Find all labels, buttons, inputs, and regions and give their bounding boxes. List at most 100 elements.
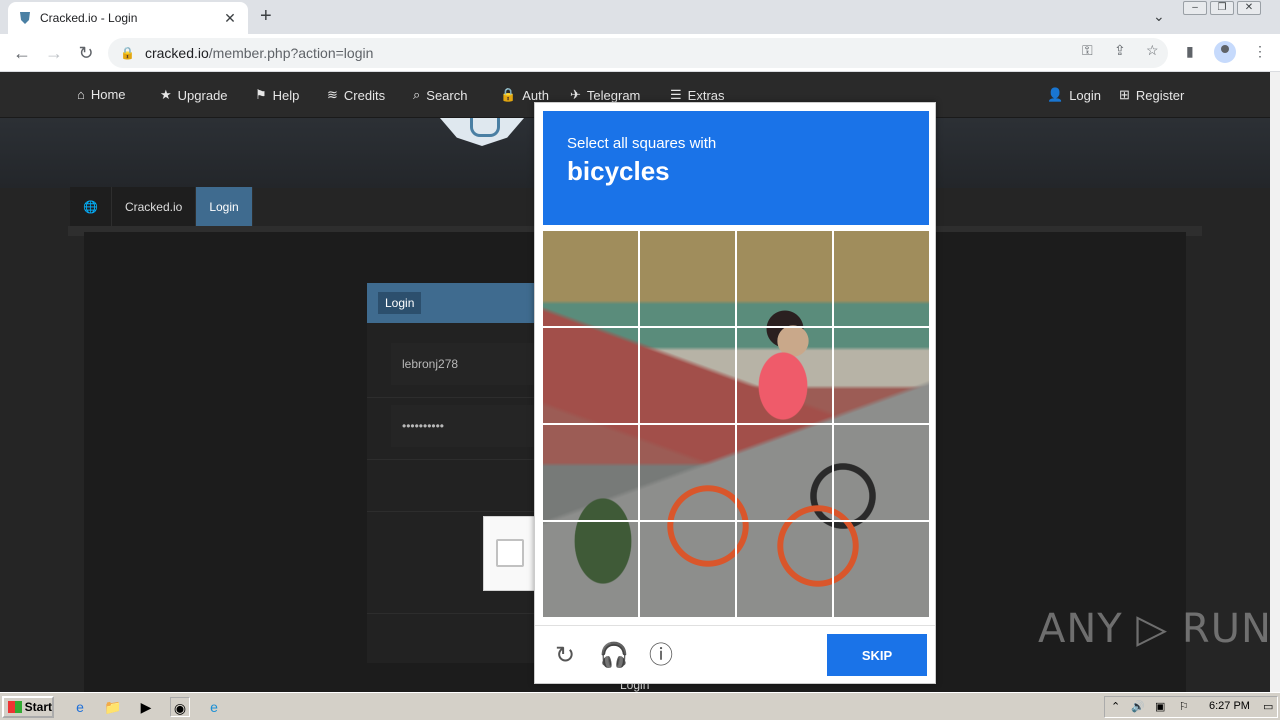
flag-icon: ⚑	[255, 87, 267, 102]
nav-extras-label: Extras	[687, 87, 725, 103]
side-panel-icon[interactable]: ▮	[1186, 43, 1194, 60]
browser-tab-strip: Cracked.io - Login ✕ + ⌄ – ❐ ✕	[0, 0, 1280, 34]
page-scrollbar[interactable]	[1270, 72, 1280, 692]
chrome-icon[interactable]: ◉	[170, 697, 190, 717]
taskbar: Start e 📁 ▶ ◉ e ⌃ 🔊 ▣ ⚐ 6:27 PM ▭	[0, 692, 1280, 720]
start-label: Start	[24, 700, 52, 714]
nav-search[interactable]: ⌕ Search	[413, 87, 467, 103]
clock[interactable]: 6:27 PM	[1209, 700, 1250, 712]
address-bar[interactable]: 🔒 cracked.io/member.php?action=login	[108, 38, 1168, 68]
forward-arrow-icon[interactable]: →	[42, 41, 66, 65]
captcha-instruction: Select all squares with	[567, 135, 717, 152]
password-input[interactable]: ••••••••••	[391, 405, 551, 447]
grid-line	[543, 326, 929, 328]
captcha-challenge: Select all squares with bicycles ↻ 🎧 ⓘ S…	[534, 102, 936, 684]
breadcrumb-home[interactable]: Cracked.io	[112, 187, 197, 226]
tab-title: Cracked.io - Login	[40, 11, 138, 25]
nav-extras[interactable]: ☰ Extras	[670, 87, 725, 103]
nav-register-label: Register	[1135, 87, 1185, 103]
reload-icon[interactable]: ↻	[551, 642, 579, 670]
nav-telegram-label: Telegram	[586, 87, 641, 103]
nav-register[interactable]: ⊞ Register	[1119, 87, 1184, 103]
divider	[367, 511, 557, 512]
url-path: /member.php?action=login	[208, 45, 374, 61]
user-icon: 👤	[1047, 87, 1064, 102]
headphones-icon[interactable]: 🎧	[599, 642, 629, 670]
telegram-icon: ✈	[570, 87, 581, 102]
nav-home[interactable]: ⌂ Home	[77, 87, 126, 102]
tray-expand-icon[interactable]: ⌃	[1111, 700, 1120, 713]
home-icon: ⌂	[77, 87, 85, 102]
browser-toolbar: ← → ↻ 🔒 cracked.io/member.php?action=log…	[0, 34, 1280, 72]
lock-icon: 🔒	[500, 87, 517, 102]
login-panel-title: Login	[378, 292, 422, 314]
new-tab-button[interactable]: +	[260, 6, 272, 26]
restore-button[interactable]: ❐	[1210, 1, 1234, 15]
nav-upgrade[interactable]: ★ Upgrade	[160, 87, 228, 103]
coins-icon: ≋	[327, 87, 338, 102]
reload-icon[interactable]: ↻	[74, 41, 98, 65]
lock-icon: 🔒	[120, 46, 135, 60]
globe-icon[interactable]: 🌐	[70, 187, 112, 226]
nav-credits[interactable]: ≋ Credits	[327, 87, 385, 103]
nav-auth[interactable]: 🔒 Auth	[500, 87, 549, 103]
window-controls: – ❐ ✕	[1180, 1, 1261, 17]
search-icon: ⌕	[413, 87, 421, 102]
browser-tab[interactable]: Cracked.io - Login ✕	[8, 2, 248, 34]
info-icon[interactable]: ⓘ	[647, 642, 675, 670]
nav-credits-label: Credits	[343, 87, 386, 103]
share-icon[interactable]: ⇪	[1114, 42, 1126, 59]
menu-icon: ☰	[670, 87, 682, 102]
anyrun-watermark: ANY ▷ RUN	[1038, 606, 1272, 652]
recaptcha-checkbox[interactable]	[496, 539, 524, 567]
network-icon[interactable]: ▣	[1155, 700, 1165, 713]
divider	[367, 459, 557, 460]
url-host: cracked.io	[144, 45, 209, 61]
tab-search-chevron-icon[interactable]: ⌄	[1153, 8, 1165, 25]
edge-icon[interactable]: e	[204, 697, 224, 717]
nav-help[interactable]: ⚑ Help	[255, 87, 299, 103]
grid-line	[543, 520, 929, 522]
captcha-header: Select all squares with bicycles	[543, 111, 929, 225]
captcha-target: bicycles	[567, 156, 670, 186]
media-player-icon[interactable]: ▶	[136, 697, 156, 717]
nav-home-label: Home	[90, 87, 126, 102]
tab-close-icon[interactable]: ✕	[222, 10, 238, 27]
start-button[interactable]: Start	[2, 696, 54, 718]
breadcrumb: 🌐 Cracked.io Login	[70, 187, 253, 226]
nav-help-label: Help	[272, 87, 300, 103]
volume-icon[interactable]: 🔊	[1131, 700, 1145, 713]
menu-kebab-icon[interactable]: ⋮	[1253, 43, 1267, 60]
login-panel-header: Login	[367, 283, 557, 323]
folder-icon[interactable]: 📁	[103, 697, 123, 717]
plus-square-icon: ⊞	[1119, 87, 1130, 102]
captcha-footer: ↻ 🎧 ⓘ SKIP	[535, 625, 935, 683]
system-tray: ⌃ 🔊 ▣ ⚐ 6:27 PM ▭	[1104, 696, 1278, 718]
nav-telegram[interactable]: ✈ Telegram	[570, 87, 640, 103]
nav-login[interactable]: 👤 Login	[1047, 87, 1101, 103]
action-center-flag-icon[interactable]: ⚐	[1179, 700, 1189, 713]
breadcrumb-current: Login	[196, 187, 253, 226]
skip-button[interactable]: SKIP	[827, 634, 927, 676]
nav-search-label: Search	[426, 87, 468, 103]
username-input[interactable]: lebronj278	[391, 343, 551, 385]
star-icon: ★	[160, 87, 172, 102]
nav-login-label: Login	[1069, 87, 1101, 103]
grid-line	[543, 423, 929, 425]
nav-auth-label: Auth	[522, 87, 549, 103]
minimize-button[interactable]: –	[1183, 1, 1207, 15]
key-icon[interactable]: ⚿	[1082, 42, 1093, 59]
bookmark-star-icon[interactable]: ☆	[1146, 42, 1159, 59]
divider	[367, 613, 557, 614]
divider	[367, 397, 557, 398]
show-desktop-icon[interactable]: ▭	[1263, 700, 1273, 713]
ie-icon[interactable]: e	[70, 697, 90, 717]
close-window-button[interactable]: ✕	[1237, 1, 1261, 15]
captcha-tiles	[543, 231, 929, 617]
site-favicon-icon	[20, 12, 30, 24]
windows-flag-icon	[8, 701, 22, 713]
profile-avatar[interactable]	[1214, 41, 1236, 63]
nav-upgrade-label: Upgrade	[177, 87, 228, 103]
back-arrow-icon[interactable]: ←	[10, 41, 34, 65]
captcha-image-grid	[543, 231, 929, 617]
